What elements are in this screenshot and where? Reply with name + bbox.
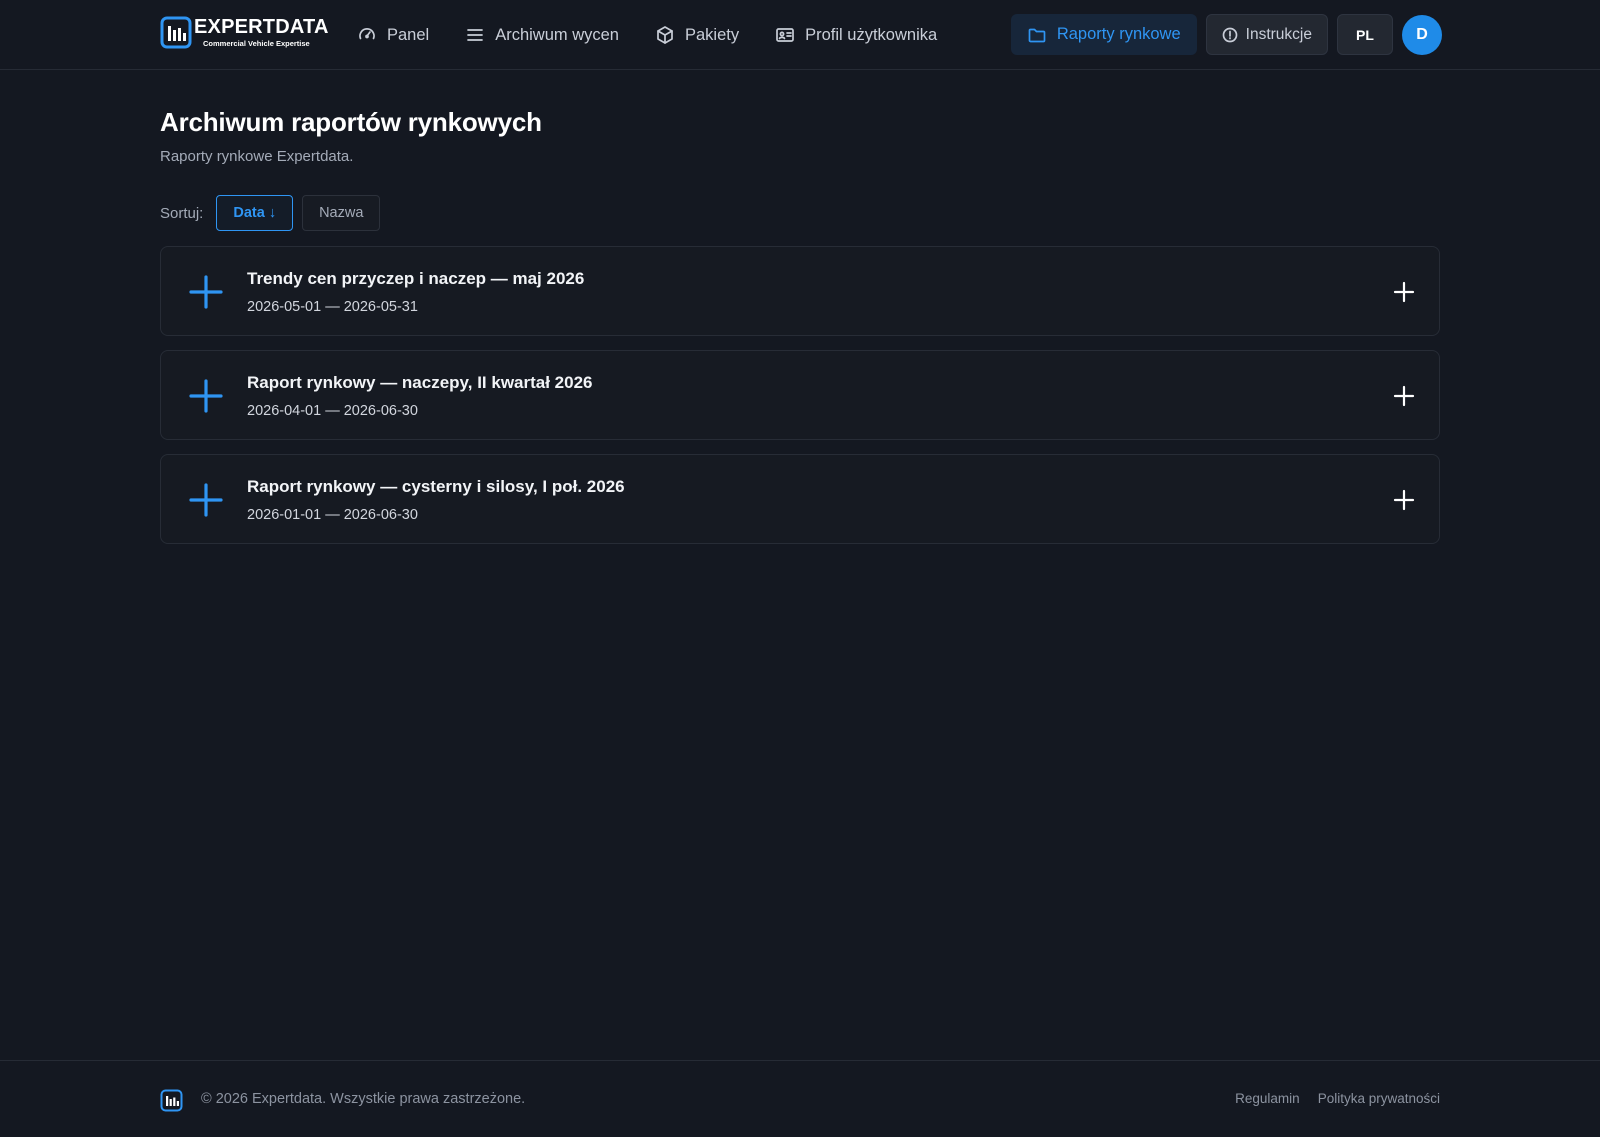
market-reports-label: Raporty rynkowe [1056,25,1181,43]
report-item[interactable]: Trendy cen przyczep i naczep — maj 2026 … [160,246,1440,336]
report-title: Raport rynkowy — naczepy, II kwartał 202… [247,373,593,392]
report-date-range: 2026-04-01 — 2026-06-30 [247,403,418,419]
report-date-range: 2026-05-01 — 2026-05-31 [247,299,418,315]
nav-label: Pakiety [685,25,740,44]
plus-icon [189,275,223,309]
logo-chart-icon [160,16,192,49]
report-item[interactable]: Raport rynkowy — cysterny i silosy, I po… [160,454,1440,544]
footer-link-privacy[interactable]: Polityka prywatności [1318,1091,1440,1106]
sort-bar: Sortuj: Data ↓ Nazwa [160,195,389,231]
nav-item-archiwum-wycen[interactable]: Archiwum wycen [465,25,619,45]
sort-label: Sortuj: [160,204,204,222]
sort-by-name-button[interactable]: Nazwa [302,195,381,231]
report-date-range: 2026-01-01 — 2026-06-30 [247,507,418,523]
report-title: Trendy cen przyczep i naczep — maj 2026 [247,269,585,288]
footer-links: Regulamin Polityka prywatności [1217,1091,1440,1106]
nav-item-pakiety[interactable]: Pakiety [655,25,739,45]
report-list: Trendy cen przyczep i naczep — maj 2026 … [160,246,1440,558]
top-navbar: EXPERTDATA Commercial Vehicle Expertise … [0,0,1600,70]
nav-label: Archiwum wycen [495,25,619,44]
page: EXPERTDATA Commercial Vehicle Expertise … [0,0,1600,1137]
footer-copyright: © 2026 Expertdata. Wszystkie prawa zastr… [201,1091,526,1107]
footer-logo-icon [160,1089,183,1112]
folder-icon [1028,28,1046,42]
report-item[interactable]: Raport rynkowy — naczepy, II kwartał 202… [160,350,1440,440]
language-switch-button[interactable]: PL [1337,14,1393,55]
user-avatar[interactable]: D [1402,14,1442,55]
nav-label: Profil użytkownika [805,25,938,44]
info-circle-icon [1222,27,1238,42]
header-actions: Raporty rynkowe Instrukcje PL D [1010,14,1442,55]
expand-plus-icon[interactable] [1393,281,1415,303]
market-reports-button[interactable]: Raporty rynkowe [1010,14,1197,55]
id-card-icon [776,28,794,42]
plus-icon [189,483,223,517]
expand-plus-icon[interactable] [1393,489,1415,511]
main-nav: Panel Archiwum wycen Pakiety Profil użyt… [357,0,973,70]
instructions-label: Instrukcje [1245,25,1312,43]
nav-item-profil[interactable]: Profil użytkownika [775,25,937,45]
menu-lines-icon [467,29,484,41]
package-box-icon [657,26,673,44]
instructions-button[interactable]: Instrukcje [1205,14,1328,55]
report-title: Raport rynkowy — cysterny i silosy, I po… [247,477,625,496]
footer-link-terms[interactable]: Regulamin [1235,1091,1300,1106]
nav-label: Panel [387,25,430,44]
sort-by-date-button[interactable]: Data ↓ [216,195,294,231]
page-title: Archiwum raportów rynkowych [160,107,542,137]
brand-tagline: Commercial Vehicle Expertise [203,39,310,49]
page-footer: © 2026 Expertdata. Wszystkie prawa zastr… [0,1060,1600,1137]
expand-plus-icon[interactable] [1393,385,1415,407]
nav-item-panel[interactable]: Panel [357,25,429,45]
brand-logo[interactable]: EXPERTDATA Commercial Vehicle Expertise [160,16,329,49]
gauge-icon [359,28,375,40]
plus-icon [189,379,223,413]
brand-name: EXPERTDATA [194,16,329,39]
page-subtitle: Raporty rynkowe Expertdata. [160,148,354,165]
